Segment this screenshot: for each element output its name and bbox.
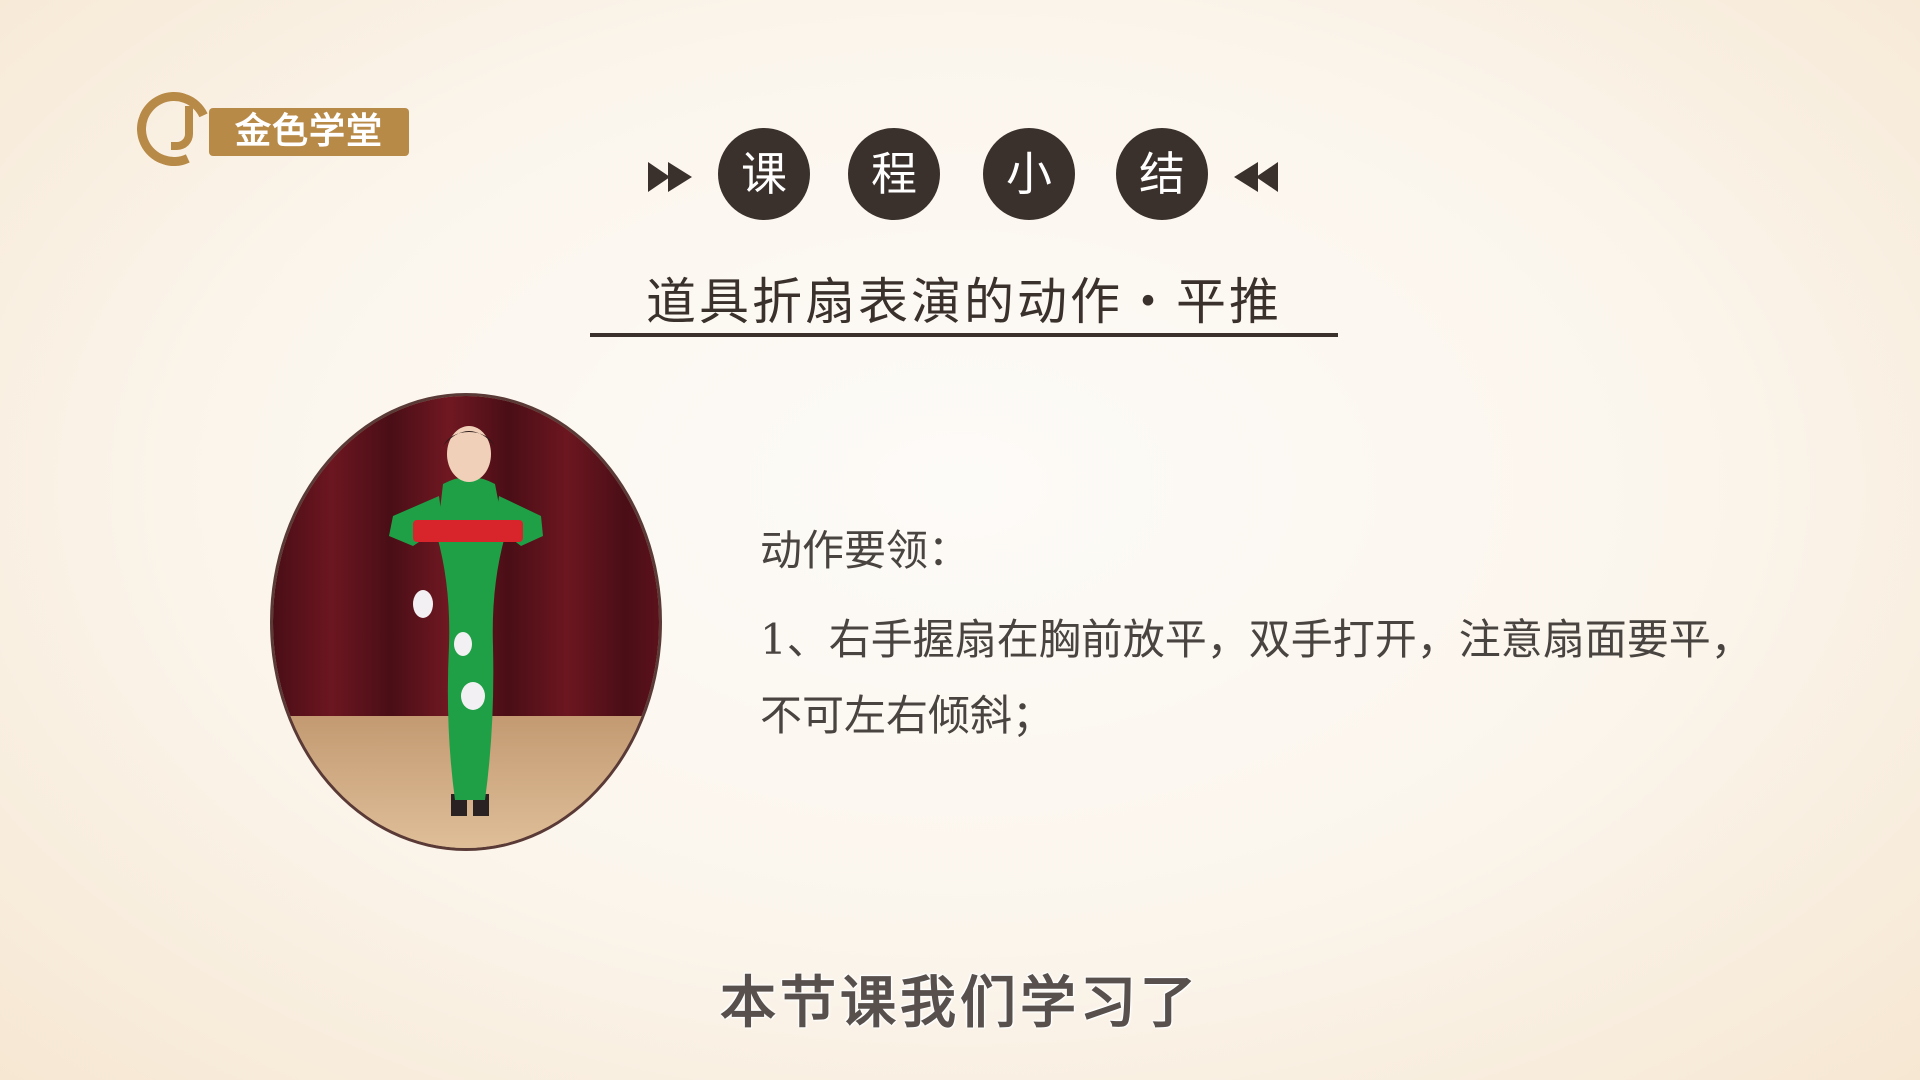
key-point-line: 不可左右倾斜；	[760, 691, 1055, 740]
title-char-3: 小	[983, 128, 1075, 220]
performer-illustration	[273, 396, 659, 848]
subtitle-divider	[590, 333, 1338, 337]
title-char-4: 结	[1116, 128, 1208, 220]
video-subtitle-caption: 本节课我们学习了	[720, 971, 1200, 1036]
fast-rewind-icon	[1234, 162, 1278, 192]
performer-photo	[270, 393, 662, 851]
title-char-2: 程	[848, 128, 940, 220]
key-points-heading: 动作要领：	[760, 526, 971, 575]
section-title: 课 程 小 结	[0, 128, 1920, 224]
title-char-1: 课	[718, 128, 810, 220]
key-point-line: 1、右手握扇在胸前放平，双手打开，注意扇面要平，	[760, 615, 1753, 664]
key-points: 动作要领： 1、右手握扇在胸前放平，双手打开，注意扇面要平， 不可左右倾斜；	[760, 520, 1820, 754]
lesson-subtitle: 道具折扇表演的动作・平推	[646, 273, 1282, 331]
fast-forward-icon	[648, 162, 692, 192]
